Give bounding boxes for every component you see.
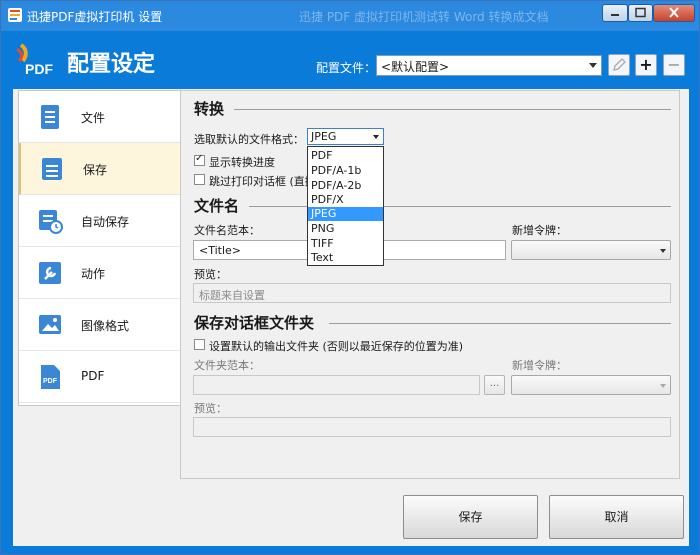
- sidebar-item-label: 保存: [83, 163, 108, 177]
- format-option[interactable]: PDF: [308, 149, 383, 163]
- format-option[interactable]: PDF/X: [308, 193, 383, 207]
- sidebar-item-label: 自动保存: [81, 215, 130, 229]
- sidebar-item-label: 图像格式: [81, 319, 130, 333]
- minus-icon: −: [667, 55, 681, 74]
- default-folder-label: 设置默认的输出文件夹 (否则以最近保存的位置为准): [209, 340, 464, 353]
- filename-token-label: 新增令牌：: [512, 224, 567, 237]
- logo-text: PDF: [25, 61, 53, 77]
- format-option[interactable]: PNG: [308, 222, 383, 236]
- section-divider: [234, 109, 671, 110]
- show-progress-checkbox[interactable]: [194, 153, 205, 166]
- sidebar-item-label: 文件: [81, 111, 106, 125]
- format-dropdown-list: PDF PDF/A-1b PDF/A-2b PDF/X JPEG PNG TIF…: [307, 146, 384, 266]
- folder-preview-label: 预览：: [194, 402, 227, 415]
- autosave-clock-icon: [39, 210, 63, 234]
- section-heading-save-dialog: 保存对话框文件夹: [194, 314, 315, 332]
- filename-preview-label: 预览：: [194, 268, 227, 281]
- folder-template-input[interactable]: [193, 375, 480, 395]
- sidebar-item-label: 动作: [81, 267, 106, 281]
- section-heading-filename: 文件名: [194, 197, 240, 215]
- title-bar: 迅捷PDF虚拟打印机 设置 迅捷 PDF 虚拟打印机测试转 Word 转换成文档: [1, 1, 699, 31]
- settings-window: 迅捷PDF虚拟打印机 设置 迅捷 PDF 虚拟打印机测试转 Word 转换成文档…: [0, 0, 700, 555]
- chevron-down-icon: [589, 63, 597, 68]
- folder-token-label: 新增令牌：: [512, 359, 567, 372]
- svg-text:PDF: PDF: [43, 378, 58, 385]
- filename-preview-field: 标题来自设置: [193, 283, 671, 303]
- sidebar-item-autosave[interactable]: 自动保存: [19, 195, 180, 247]
- maximize-icon: [635, 7, 646, 18]
- sidebar-item-image-format[interactable]: 图像格式: [19, 299, 180, 351]
- format-select-value: JPEG: [311, 130, 337, 143]
- format-option[interactable]: PDF/A-2b: [308, 179, 383, 193]
- cancel-button[interactable]: 取消: [549, 495, 684, 539]
- show-progress-label: 显示转换进度: [209, 156, 275, 169]
- background-window-title: 迅捷 PDF 虚拟打印机测试转 Word 转换成文档: [299, 10, 549, 24]
- skip-dialog-checkbox[interactable]: [194, 174, 205, 185]
- sidebar-item-pdf[interactable]: PDF PDF: [19, 351, 180, 403]
- profile-select-value: <默认配置>: [381, 60, 450, 74]
- format-option-selected[interactable]: JPEG: [308, 207, 383, 221]
- sidebar-item-action[interactable]: 动作: [19, 247, 180, 299]
- sidebar-nav: 文件 保存 自动保存 动作 图像格式 PDF PDF: [18, 90, 184, 406]
- save-list-icon: [42, 158, 62, 180]
- image-icon: [39, 315, 61, 334]
- maximize-button[interactable]: [628, 4, 653, 22]
- header-title: 配置设定: [67, 52, 156, 77]
- format-label: 选取默认的文件格式：: [194, 133, 304, 146]
- close-button[interactable]: [653, 4, 695, 22]
- app-icon: [8, 8, 22, 22]
- pdf-logo-icon: PDF: [16, 43, 53, 77]
- folder-preview-field: [193, 417, 671, 437]
- filename-preview-value: 标题来自设置: [199, 289, 265, 302]
- window-title: 迅捷PDF虚拟打印机 设置: [27, 10, 163, 24]
- rename-profile-button[interactable]: [608, 54, 630, 76]
- wrench-icon: [39, 262, 61, 284]
- minimize-button[interactable]: [602, 4, 628, 22]
- filename-token-select[interactable]: [511, 240, 671, 260]
- format-option[interactable]: Text: [308, 251, 383, 265]
- section-divider: [329, 323, 671, 324]
- chevron-down-icon: [660, 249, 666, 253]
- folder-template-label: 文件夹范本：: [194, 359, 260, 372]
- folder-token-select[interactable]: [511, 375, 671, 395]
- format-select[interactable]: JPEG: [307, 128, 384, 145]
- chevron-down-icon: [660, 384, 666, 388]
- default-folder-checkbox[interactable]: [194, 339, 205, 350]
- plus-icon: +: [639, 55, 653, 74]
- browse-label: ...: [489, 378, 500, 389]
- save-button[interactable]: 保存: [403, 495, 538, 539]
- sidebar-item-file[interactable]: 文件: [19, 91, 180, 143]
- format-option[interactable]: PDF/A-1b: [308, 164, 383, 178]
- skip-dialog-label: 跳过打印对话框 (直接: [209, 175, 316, 188]
- remove-profile-button[interactable]: −: [663, 54, 685, 76]
- chevron-down-icon: [373, 135, 379, 139]
- pdf-file-icon: PDF: [41, 365, 60, 389]
- sidebar-item-save[interactable]: 保存: [19, 143, 184, 195]
- filename-template-label: 文件名范本：: [194, 224, 260, 237]
- profile-label: 配置文件：: [316, 61, 377, 75]
- sidebar-item-label: PDF: [81, 369, 105, 383]
- browse-folder-button[interactable]: ...: [484, 375, 505, 395]
- add-profile-button[interactable]: +: [635, 54, 657, 76]
- minimize-icon: [611, 14, 619, 16]
- pencil-icon: [613, 58, 626, 71]
- close-icon: [669, 7, 679, 18]
- document-icon: [41, 105, 59, 129]
- format-option[interactable]: TIFF: [308, 237, 383, 251]
- profile-select[interactable]: <默认配置>: [376, 55, 602, 76]
- section-heading-convert: 转换: [194, 100, 225, 118]
- filename-template-value: <Title>: [199, 244, 242, 257]
